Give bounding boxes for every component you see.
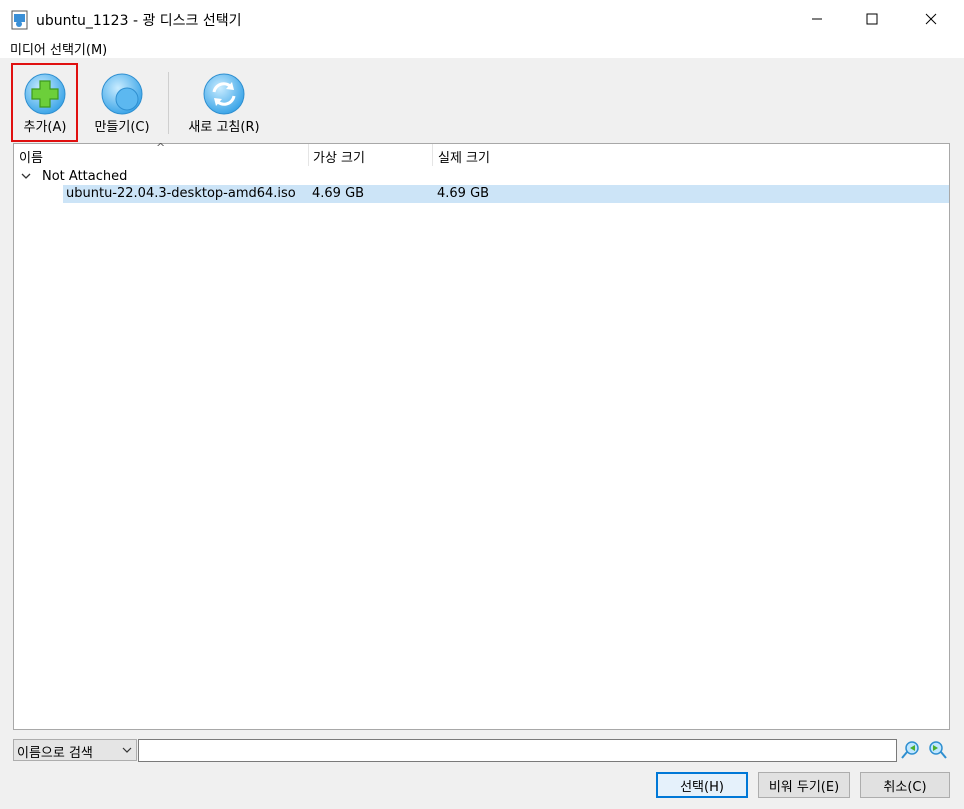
search-previous-button[interactable] bbox=[900, 739, 922, 761]
app-icon bbox=[11, 10, 28, 30]
sort-ascending-icon: ^ bbox=[156, 141, 166, 154]
search-previous-icon bbox=[901, 741, 919, 759]
leave-empty-button[interactable]: 비워 두기(E) bbox=[758, 772, 850, 798]
choose-label: 선택(H) bbox=[680, 779, 724, 795]
column-name[interactable]: 이름 bbox=[19, 147, 43, 166]
create-label: 만들기(C) bbox=[94, 120, 150, 135]
minimize-button[interactable] bbox=[794, 0, 840, 38]
item-actual-size: 4.69 GB bbox=[437, 186, 490, 201]
leave-empty-label: 비워 두기(E) bbox=[768, 779, 840, 795]
refresh-button[interactable]: 새로 고침(R) bbox=[178, 60, 270, 138]
choose-button[interactable]: 선택(H) bbox=[656, 772, 748, 798]
column-header: ^ 이름 가상 크기 실제 크기 bbox=[14, 141, 949, 166]
maximize-button[interactable] bbox=[849, 0, 895, 38]
toolbar-separator bbox=[168, 72, 169, 134]
maximize-icon bbox=[866, 13, 878, 25]
create-button[interactable]: 만들기(C) bbox=[86, 60, 158, 138]
item-name: ubuntu-22.04.3-desktop-amd64.iso bbox=[66, 186, 296, 201]
column-actual-size[interactable]: 실제 크기 bbox=[438, 147, 490, 166]
refresh-label: 새로 고침(R) bbox=[188, 120, 260, 135]
cancel-button[interactable]: 취소(C) bbox=[860, 772, 950, 798]
column-divider[interactable] bbox=[308, 144, 309, 166]
group-label: Not Attached bbox=[42, 169, 128, 184]
chevron-down-icon[interactable] bbox=[20, 170, 32, 182]
minimize-icon bbox=[812, 18, 822, 20]
window-title: ubuntu_1123 - 광 디스크 선택기 bbox=[36, 13, 242, 29]
close-icon bbox=[925, 13, 937, 25]
refresh-icon bbox=[203, 73, 245, 115]
search-mode-select[interactable]: 이름으로 검색 bbox=[13, 739, 137, 761]
item-virtual-size: 4.69 GB bbox=[312, 186, 365, 201]
column-virtual-size[interactable]: 가상 크기 bbox=[313, 147, 365, 166]
search-mode-value: 이름으로 검색 bbox=[17, 746, 93, 761]
add-button-highlight bbox=[11, 63, 78, 142]
cancel-label: 취소(C) bbox=[883, 779, 927, 795]
table-row[interactable]: ubuntu-22.04.3-desktop-amd64.iso 4.69 GB… bbox=[63, 185, 949, 203]
title-bar: ubuntu_1123 - 광 디스크 선택기 bbox=[0, 0, 964, 38]
column-divider[interactable] bbox=[432, 144, 433, 166]
group-not-attached[interactable]: Not Attached bbox=[14, 168, 949, 186]
create-disk-icon bbox=[101, 73, 143, 115]
close-button[interactable] bbox=[908, 0, 954, 38]
media-tree[interactable]: ^ 이름 가상 크기 실제 크기 Not Attached ubuntu-22.… bbox=[13, 141, 950, 730]
search-next-icon bbox=[929, 741, 947, 759]
menu-bar: 미디어 선택기(M) bbox=[0, 38, 964, 58]
search-next-button[interactable] bbox=[926, 739, 948, 761]
menu-media-selector[interactable]: 미디어 선택기(M) bbox=[10, 39, 107, 58]
chevron-down-icon bbox=[122, 747, 132, 753]
search-input[interactable] bbox=[138, 739, 897, 762]
